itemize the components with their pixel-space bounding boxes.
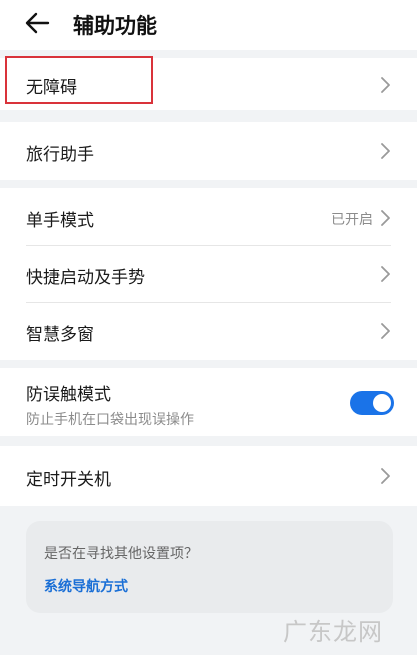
highlight-box <box>5 56 153 104</box>
chevron-right-icon <box>381 77 390 93</box>
suggestion-card: 是否在寻找其他设置项？ 系统导航方式 <box>26 521 393 613</box>
settings-item-subtitle: 防止手机在口袋出现误操作 <box>26 412 194 428</box>
system-navigation-link[interactable]: 系统导航方式 <box>44 576 128 596</box>
chevron-right-icon <box>381 323 390 339</box>
settings-item-label: 旅行助手 <box>26 145 94 165</box>
chevron-right-icon <box>381 266 390 282</box>
toggle-knob <box>373 394 391 412</box>
settings-item-one-hand-mode[interactable]: 单手模式 已开启 <box>0 188 417 244</box>
settings-item-scheduled-power[interactable]: 定时开关机 <box>0 446 417 506</box>
app-header: 辅助功能 <box>0 0 417 50</box>
settings-group-interaction: 单手模式 已开启 快捷启动及手势 智慧多窗 <box>0 188 417 360</box>
suggestion-question: 是否在寻找其他设置项？ <box>44 546 198 562</box>
settings-item-label: 定时开关机 <box>26 470 111 490</box>
settings-item-label: 单手模式 <box>26 211 94 231</box>
settings-group-travel: 旅行助手 <box>0 122 417 180</box>
page-title: 辅助功能 <box>73 14 157 38</box>
settings-group-scheduled-power: 定时开关机 <box>0 446 417 506</box>
chevron-right-icon <box>381 210 390 226</box>
settings-item-label: 智慧多窗 <box>26 325 94 345</box>
chevron-right-icon <box>381 468 390 484</box>
settings-item-value: 已开启 <box>331 212 373 228</box>
back-arrow-icon[interactable] <box>24 9 52 37</box>
settings-item-travel-assistant[interactable]: 旅行助手 <box>0 122 417 180</box>
settings-item-shortcuts-gestures[interactable]: 快捷启动及手势 <box>0 246 417 302</box>
settings-item-label: 防误触模式 <box>26 385 111 405</box>
settings-item-multi-window[interactable]: 智慧多窗 <box>0 303 417 359</box>
chevron-right-icon <box>381 143 390 159</box>
watermark: 广东龙网 <box>283 618 383 646</box>
settings-item-label: 快捷启动及手势 <box>26 268 145 288</box>
pocket-mode-toggle[interactable] <box>350 391 394 415</box>
